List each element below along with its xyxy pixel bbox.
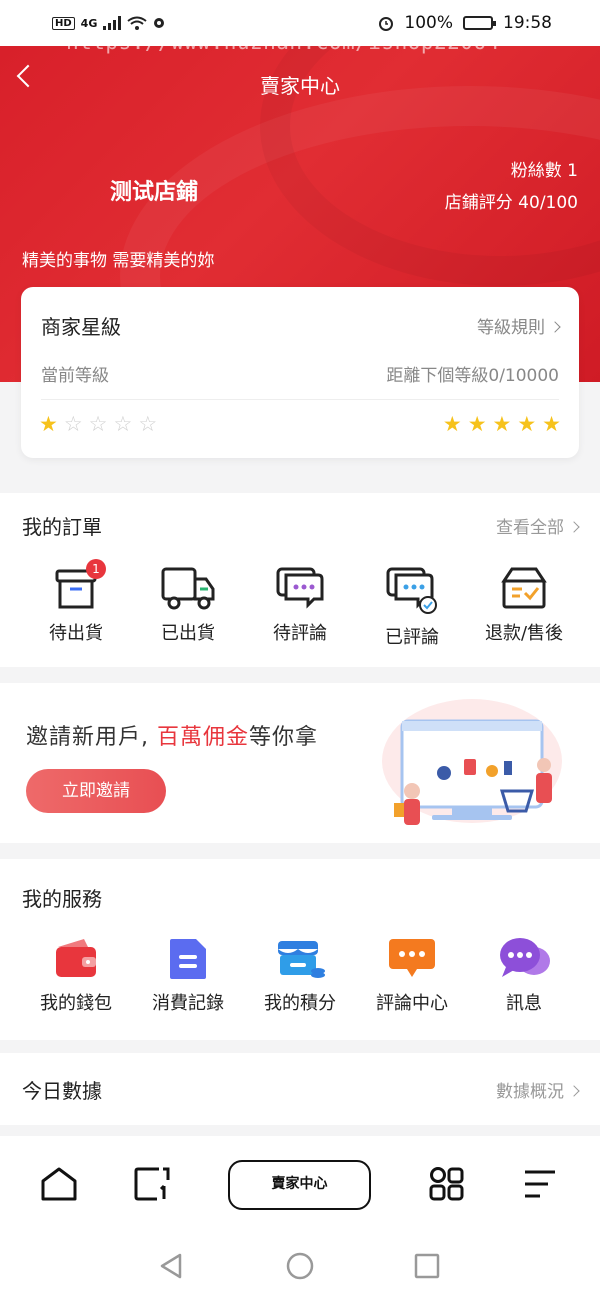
chat-pending-icon	[276, 567, 324, 609]
level-rules-link[interactable]: 等級規則	[477, 313, 561, 338]
level-rules-label: 等級規則	[477, 318, 545, 338]
bottom-nav: 賣家中心	[0, 1136, 600, 1232]
services-title: 我的服務	[22, 887, 102, 911]
star-empty-icon: ☆	[63, 412, 83, 436]
system-home-icon[interactable]	[286, 1252, 314, 1280]
service-wallet[interactable]: 我的錢包	[20, 935, 132, 1015]
system-recents-icon[interactable]	[414, 1253, 440, 1279]
service-comment-center[interactable]: 評論中心	[356, 935, 468, 1015]
service-messages[interactable]: 訊息	[468, 935, 580, 1015]
service-label: 評論中心	[376, 993, 448, 1014]
invite-text-highlight: 百萬佣金	[157, 725, 250, 750]
star-filled-icon: ★	[39, 412, 58, 436]
today-data-section: 今日數據 數據概況	[0, 1053, 600, 1125]
view-all-label: 查看全部	[496, 518, 564, 538]
page-title: 賣家中心	[260, 74, 340, 98]
orders-title: 我的訂單	[22, 515, 102, 539]
order-status-refund[interactable]: 退款/售後	[468, 565, 580, 649]
data-overview-label: 數據概況	[496, 1082, 564, 1102]
order-status-row: 1 待出貨 已出貨 待評論 已評論 退款/售後	[0, 559, 600, 649]
merchant-level-card: 商家星級 等級規則 當前等級 距離下個等級0/10000 ★ ☆ ☆ ☆ ☆ ★ ★ ★ ★ ★	[21, 287, 579, 458]
order-status-shipped[interactable]: 已出貨	[132, 565, 244, 649]
battery-icon	[463, 16, 496, 30]
shopping-illustration	[382, 699, 562, 825]
order-status-label: 已出貨	[161, 623, 215, 644]
chat-done-icon	[386, 567, 437, 614]
service-label: 我的錢包	[40, 993, 112, 1014]
store-points-icon	[278, 941, 325, 978]
next-level-progress: 距離下個等級0/10000	[386, 366, 559, 386]
pending-count-badge: 1	[86, 559, 106, 579]
next-level-stars: ★ ★ ★ ★ ★	[443, 414, 561, 435]
service-label: 消費記錄	[152, 993, 224, 1014]
order-status-reviewed[interactable]: 已評論	[356, 565, 468, 649]
shop-rating: 店鋪評分 40/100	[444, 193, 578, 213]
home-icon[interactable]	[40, 1166, 78, 1202]
star-filled-icon: ★	[467, 412, 487, 436]
invite-now-button[interactable]: 立即邀請	[26, 769, 166, 813]
wifi-icon	[127, 16, 147, 30]
menu-icon[interactable]	[522, 1166, 558, 1202]
level-card-title: 商家星級	[41, 315, 121, 339]
my-orders-section: 我的訂單 查看全部 1 待出貨 已出貨 待評論 已評論 退款/售後	[0, 493, 600, 667]
data-overview-link[interactable]: 數據概況	[496, 1077, 580, 1102]
chevron-right-icon	[568, 521, 580, 533]
service-label: 我的積分	[264, 993, 336, 1014]
invite-text-prefix: 邀請新用戶,	[26, 725, 149, 750]
wallet-icon	[56, 939, 96, 977]
order-status-pending-review[interactable]: 待評論	[244, 565, 356, 649]
invite-text-suffix: 等你拿	[249, 725, 319, 750]
service-label: 訊息	[506, 993, 542, 1014]
refund-icon	[501, 567, 547, 609]
system-nav-bar	[0, 1232, 600, 1300]
star-filled-icon: ★	[492, 412, 512, 436]
location-icon	[154, 18, 165, 28]
today-data-title: 今日數據	[22, 1079, 102, 1103]
my-services-section: 我的服務 我的錢包 消費記錄 我的積分 評論中心 訊息	[0, 859, 600, 1040]
order-status-label: 待出貨	[49, 623, 103, 644]
alarm-icon	[379, 17, 394, 31]
service-points[interactable]: 我的積分	[244, 935, 356, 1015]
star-filled-icon: ★	[517, 412, 537, 436]
apps-grid-icon[interactable]	[428, 1166, 466, 1202]
fans-count: 粉絲數 1	[510, 161, 578, 181]
order-status-pending-ship[interactable]: 1 待出貨	[20, 559, 132, 649]
hd-indicator: HD	[52, 16, 75, 30]
order-status-label: 待評論	[273, 623, 327, 644]
divider	[41, 399, 559, 400]
current-level-stars: ★ ☆ ☆ ☆ ☆	[39, 414, 157, 435]
current-level-label: 當前等級	[41, 366, 109, 386]
order-status-label: 退款/售後	[484, 623, 564, 644]
truck-icon	[161, 567, 215, 610]
seller-center-button[interactable]: 賣家中心	[228, 1160, 371, 1210]
star-empty-icon: ☆	[138, 412, 158, 436]
star-filled-icon: ★	[542, 412, 561, 436]
status-left: HD 4G	[52, 16, 165, 30]
service-consumption-record[interactable]: 消費記錄	[132, 935, 244, 1015]
shop-slogan: 精美的事物 需要精美的妳	[22, 251, 215, 271]
order-status-label: 已評論	[385, 627, 439, 648]
clock: 19:58	[503, 13, 552, 33]
watermark: https://www.huzhan.com/ishop22064	[66, 30, 500, 54]
message-icon	[500, 938, 550, 977]
chevron-right-icon	[549, 321, 561, 333]
services-row: 我的錢包 消費記錄 我的積分 評論中心 訊息	[0, 935, 600, 1015]
star-empty-icon: ☆	[88, 412, 108, 436]
signal-icon	[103, 16, 122, 30]
view-all-orders-link[interactable]: 查看全部	[496, 513, 580, 538]
star-empty-icon: ☆	[113, 412, 133, 436]
shop-name: 测试店鋪	[110, 180, 199, 205]
document-icon	[170, 939, 206, 979]
invite-banner[interactable]: 邀請新用戶, 百萬佣金等你拿 立即邀請	[0, 683, 600, 843]
comment-center-icon	[389, 939, 435, 977]
invite-text: 邀請新用戶, 百萬佣金等你拿	[26, 719, 318, 751]
chevron-right-icon	[568, 1085, 580, 1097]
system-back-icon[interactable]	[158, 1252, 184, 1280]
orders-tab-icon[interactable]	[133, 1166, 171, 1202]
network-gen: 4G	[80, 16, 98, 30]
star-filled-icon: ★	[442, 412, 462, 436]
